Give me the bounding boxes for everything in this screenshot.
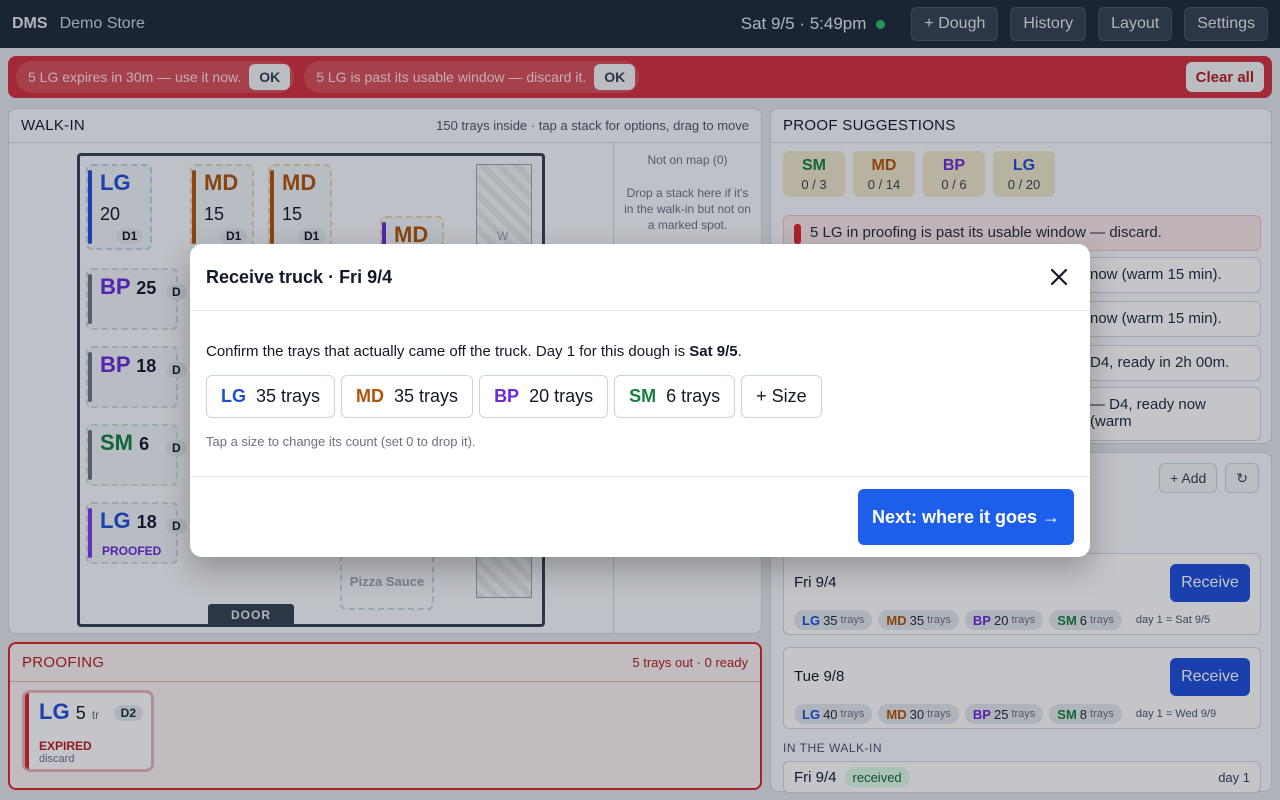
size-button-lg[interactable]: LG 35 trays bbox=[206, 375, 336, 418]
size-buttons: LG 35 trays MD 35 trays BP 20 trays SM 6 tra… bbox=[206, 375, 1074, 418]
dialog-hint: Tap a size to change its count (set 0 to… bbox=[206, 434, 476, 449]
dialog-header: Receive truck · Fri 9/4 bbox=[190, 244, 1090, 311]
dialog-description: Confirm the trays that actually came off… bbox=[206, 343, 742, 360]
size-button-md[interactable]: MD 35 trays bbox=[341, 375, 474, 418]
next-button[interactable]: Next: where it goes → bbox=[857, 489, 1074, 545]
add-size-button[interactable]: + Size bbox=[741, 375, 822, 418]
dialog-title: Receive truck · Fri 9/4 bbox=[206, 266, 393, 287]
dialog-body: Confirm the trays that actually came off… bbox=[190, 311, 1090, 449]
size-button-bp[interactable]: BP 20 trays bbox=[479, 375, 609, 418]
dialog-footer: Next: where it goes → bbox=[190, 476, 1090, 557]
size-button-sm[interactable]: SM 6 trays bbox=[614, 375, 736, 418]
day1-date: Sat 9/5 bbox=[689, 343, 738, 360]
receive-truck-dialog: Receive truck · Fri 9/4 Confirm the tray… bbox=[190, 244, 1090, 557]
close-icon[interactable] bbox=[1044, 262, 1074, 292]
